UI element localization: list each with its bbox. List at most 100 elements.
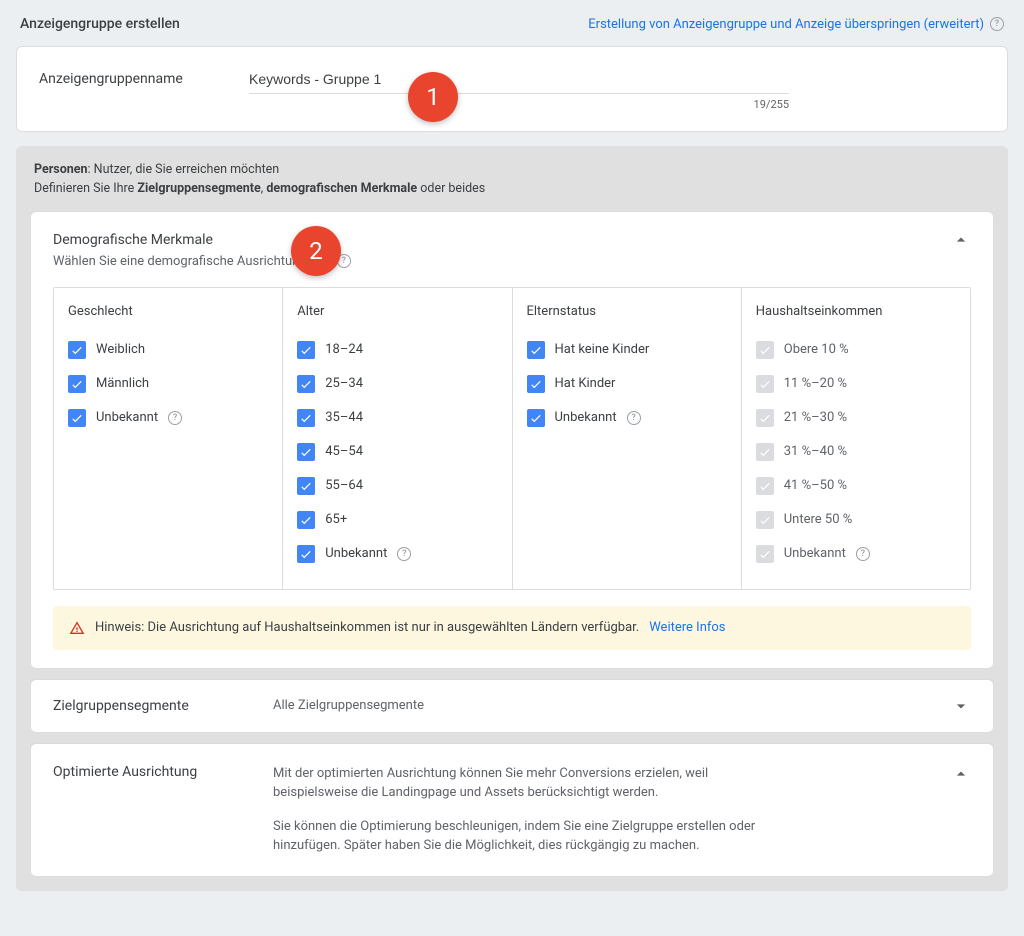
checkbox[interactable]	[297, 545, 315, 563]
checkbox[interactable]	[297, 443, 315, 461]
checkbox-label: Obere 10 %	[784, 342, 849, 357]
checkbox	[756, 545, 774, 563]
adgroup-name-label: Anzeigengruppenname	[39, 67, 209, 87]
checkbox-row[interactable]: Hat Kinder	[527, 375, 727, 393]
people-section: Personen: Nutzer, die Sie erreichen möch…	[16, 146, 1008, 891]
checkbox[interactable]	[527, 341, 545, 359]
audiences-title: Zielgruppensegmente	[53, 698, 233, 714]
checkbox-row: 11 %–20 %	[756, 375, 956, 393]
demographics-desc: Wählen Sie eine demografische Ausrichtun…	[31, 254, 993, 279]
checkbox	[756, 443, 774, 461]
checkbox-row[interactable]: Weiblich	[68, 341, 268, 359]
help-icon[interactable]: ?	[397, 547, 411, 561]
checkbox-row[interactable]: Unbekannt?	[68, 409, 268, 427]
warning-icon	[69, 620, 85, 636]
checkbox-label: 11 %–20 %	[784, 376, 847, 391]
adgroup-name-charcount: 19/255	[249, 98, 789, 111]
income-column: Haushaltseinkommen Obere 10 % 11 %–20 % 21…	[742, 288, 970, 589]
checkbox[interactable]	[297, 375, 315, 393]
checkbox-label: Männlich	[96, 376, 149, 391]
checkbox-row[interactable]: 25–34	[297, 375, 497, 393]
checkbox-row: Untere 50 %	[756, 511, 956, 529]
checkbox-row: Obere 10 %	[756, 341, 956, 359]
checkbox-label: Unbekannt	[96, 410, 158, 425]
checkbox[interactable]	[527, 375, 545, 393]
optimized-card: Optimierte Ausrichtung Mit der optimiert…	[30, 743, 994, 877]
checkbox-row[interactable]: 35–44	[297, 409, 497, 427]
column-title: Elternstatus	[527, 304, 727, 319]
help-icon[interactable]: ?	[337, 254, 351, 268]
skip-link-label: Erstellung von Anzeigengruppe und Anzeig…	[588, 17, 984, 32]
chevron-down-icon[interactable]	[951, 696, 971, 716]
checkbox-row[interactable]: Männlich	[68, 375, 268, 393]
checkbox-label: 35–44	[325, 410, 363, 425]
demographics-title: Demografische Merkmale	[53, 232, 213, 248]
checkbox[interactable]	[68, 409, 86, 427]
checkbox[interactable]	[68, 341, 86, 359]
column-title: Geschlecht	[68, 304, 268, 319]
income-note-link[interactable]: Weitere Infos	[649, 620, 725, 635]
checkbox-row: 31 %–40 %	[756, 443, 956, 461]
checkbox-label: 21 %–30 %	[784, 410, 847, 425]
checkbox[interactable]	[297, 341, 315, 359]
checkbox-row[interactable]: Hat keine Kinder	[527, 341, 727, 359]
checkbox-row[interactable]: 45–54	[297, 443, 497, 461]
checkbox-label: 65+	[325, 512, 347, 527]
column-title: Haushaltseinkommen	[756, 304, 956, 319]
chevron-up-icon[interactable]	[951, 764, 971, 784]
checkbox-label: 31 %–40 %	[784, 444, 847, 459]
checkbox[interactable]	[68, 375, 86, 393]
checkbox	[756, 341, 774, 359]
checkbox-label: Hat Kinder	[555, 376, 616, 391]
optimized-desc: Mit der optimierten Ausrichtung können S…	[273, 764, 813, 856]
adgroup-name-card: Anzeigengruppenname 19/255	[16, 46, 1008, 132]
checkbox-row: 21 %–30 %	[756, 409, 956, 427]
checkbox-label: Untere 50 %	[784, 512, 853, 527]
help-icon[interactable]: ?	[627, 411, 641, 425]
checkbox	[756, 511, 774, 529]
age-column: Alter 18–24 25–34 35–44 45–54 55–64 65+ Unbeka…	[283, 288, 512, 589]
checkbox[interactable]	[297, 511, 315, 529]
audiences-card[interactable]: Zielgruppensegmente Alle Zielgruppensegm…	[30, 679, 994, 733]
demographics-card: Demografische Merkmale Wählen Sie eine d…	[30, 211, 994, 669]
checkbox-label: 55–64	[325, 478, 363, 493]
checkbox	[756, 477, 774, 495]
demographics-table: Geschlecht Weiblich Männlich Unbekannt? Al…	[53, 287, 971, 590]
checkbox-label: 41 %–50 %	[784, 478, 847, 493]
checkbox-row: 41 %–50 %	[756, 477, 956, 495]
checkbox[interactable]	[297, 409, 315, 427]
checkbox-label: Unbekannt	[784, 546, 846, 561]
help-icon[interactable]: ?	[856, 547, 870, 561]
checkbox-row[interactable]: 65+	[297, 511, 497, 529]
chevron-up-icon[interactable]	[951, 230, 971, 250]
checkbox[interactable]	[527, 409, 545, 427]
income-note-text: Hinweis: Die Ausrichtung auf Haushaltsei…	[95, 620, 639, 635]
checkbox-label: Weiblich	[96, 342, 145, 357]
gender-column: Geschlecht Weiblich Männlich Unbekannt?	[54, 288, 283, 589]
checkbox-label: Unbekannt	[555, 410, 617, 425]
checkbox-label: 18–24	[325, 342, 363, 357]
checkbox-row[interactable]: Unbekannt?	[527, 409, 727, 427]
people-header: Personen: Nutzer, die Sie erreichen möch…	[16, 147, 1008, 211]
checkbox	[756, 375, 774, 393]
checkbox-label: 25–34	[325, 376, 363, 391]
checkbox-row[interactable]: 55–64	[297, 477, 497, 495]
checkbox[interactable]	[297, 477, 315, 495]
checkbox-row[interactable]: 18–24	[297, 341, 497, 359]
column-title: Alter	[297, 304, 497, 319]
audiences-value: Alle Zielgruppensegmente	[273, 698, 951, 713]
adgroup-name-input[interactable]	[249, 67, 789, 94]
help-icon[interactable]: ?	[168, 411, 182, 425]
checkbox	[756, 409, 774, 427]
page-title: Anzeigengruppe erstellen	[20, 16, 180, 32]
checkbox-label: Unbekannt	[325, 546, 387, 561]
income-note: Hinweis: Die Ausrichtung auf Haushaltsei…	[53, 606, 971, 650]
checkbox-row[interactable]: Unbekannt?	[297, 545, 497, 563]
checkbox-row: Unbekannt?	[756, 545, 956, 563]
help-icon[interactable]: ?	[990, 17, 1004, 31]
optimized-title: Optimierte Ausrichtung	[53, 764, 233, 780]
parent-column: Elternstatus Hat keine Kinder Hat Kinder U…	[513, 288, 742, 589]
skip-link[interactable]: Erstellung von Anzeigengruppe und Anzeig…	[588, 17, 1004, 32]
checkbox-label: 45–54	[325, 444, 363, 459]
checkbox-label: Hat keine Kinder	[555, 342, 650, 357]
